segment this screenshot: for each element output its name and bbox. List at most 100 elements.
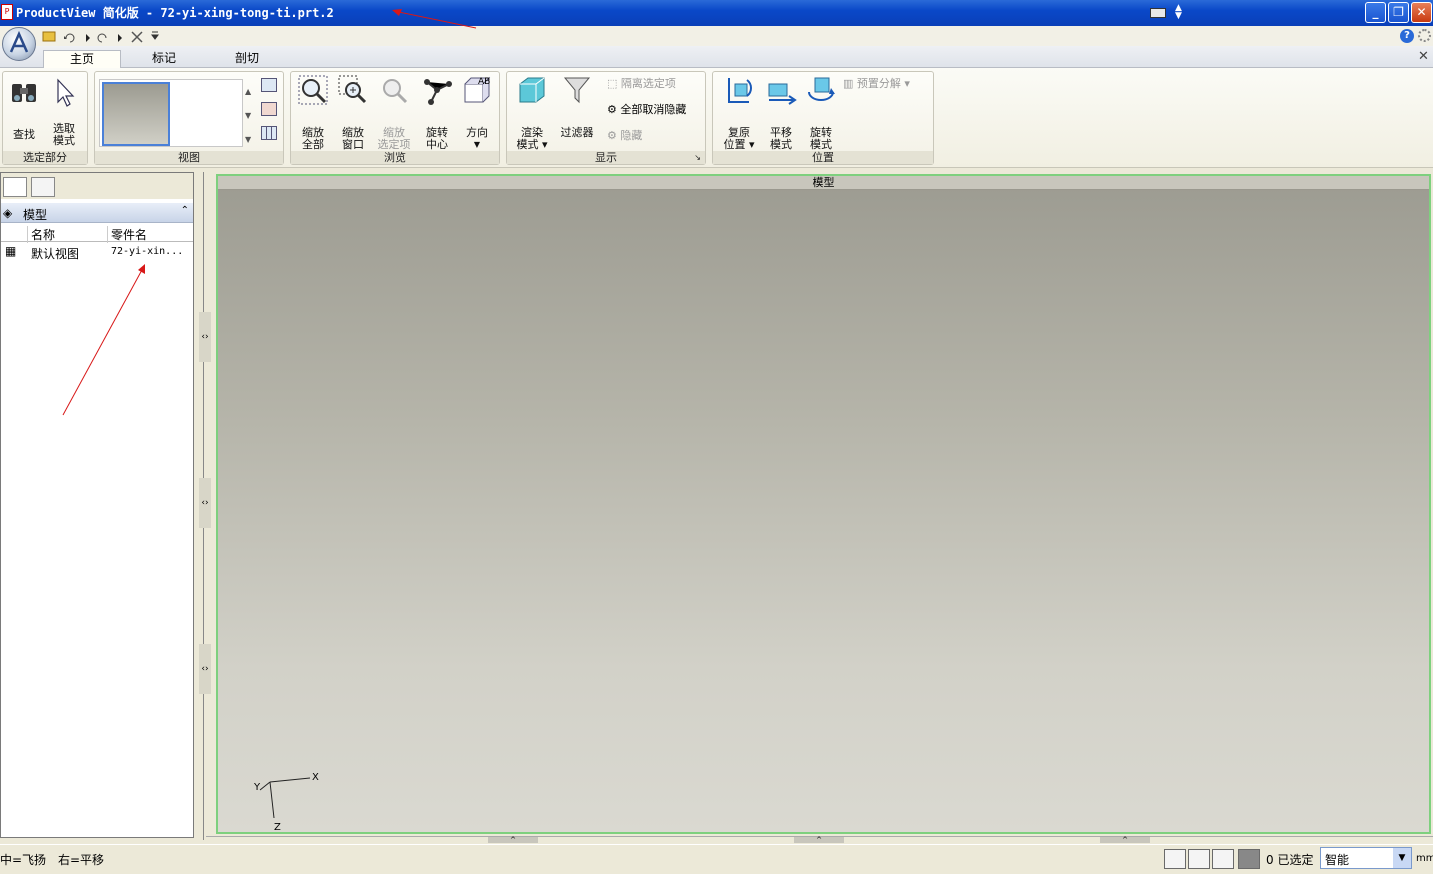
- options-gear-icon[interactable]: [1418, 29, 1431, 42]
- edit-tab-icon[interactable]: [31, 177, 55, 197]
- group-view: ▲ ▼ ▼ 视图: [94, 71, 284, 165]
- rotate-center-icon: [424, 79, 452, 105]
- ribbon-tab-row: 主页 标记 剖切 ✕: [0, 46, 1433, 68]
- axis-y-label: Y: [253, 782, 261, 793]
- view-icon: ▦: [5, 244, 17, 258]
- filter-label: 过滤器: [560, 126, 594, 139]
- unhide-all-icon: ⚙: [607, 103, 617, 116]
- cancel-x-icon: [131, 31, 143, 43]
- column-name[interactable]: 名称: [27, 226, 107, 243]
- panel-splitter[interactable]: ‹› ‹› ‹›: [196, 172, 214, 840]
- selection-count: 0 已选定: [1266, 853, 1314, 867]
- rotate-mode-button[interactable]: 旋转 模式: [801, 74, 841, 151]
- splitter-grip-3[interactable]: ‹›: [199, 644, 211, 694]
- render-cube-icon: [519, 77, 545, 103]
- strip-grip-1[interactable]: ^: [488, 837, 538, 844]
- model-cube-icon: ◈: [3, 206, 13, 220]
- qat-icons[interactable]: [42, 28, 162, 44]
- updown-icon[interactable]: ▲ ▼: [1175, 4, 1182, 21]
- axis-x-label: X: [312, 772, 319, 783]
- collapse-icon[interactable]: ⌃: [181, 205, 189, 216]
- redo-icon: [97, 33, 107, 43]
- orientation-cube-icon: AB: [464, 76, 490, 103]
- redo-dropdown-icon: [118, 34, 122, 42]
- tab-home[interactable]: 主页: [43, 50, 121, 68]
- 3d-viewport[interactable]: 模型 X Y Z: [216, 174, 1431, 834]
- render-mode-button[interactable]: 渲染 模式 ▾: [509, 74, 555, 151]
- status-bar: 中=飞扬 右=平移 0 已选定 智能 ▼ mm: [0, 844, 1433, 874]
- tab-markup[interactable]: 标记: [125, 50, 203, 68]
- column-part-name[interactable]: 零件名: [107, 226, 193, 243]
- app-icon[interactable]: P: [1, 4, 13, 20]
- title-bar: P ProductView 简化版 - 72-yi-xing-tong-ti.p…: [0, 0, 1433, 26]
- pick-mode-select[interactable]: 智能 ▼: [1320, 847, 1412, 869]
- tree-header-row: 名称 零件名: [1, 225, 193, 243]
- strip-grip-2[interactable]: ^: [794, 837, 844, 844]
- find-button[interactable]: 查找: [5, 76, 43, 141]
- view-save-icon[interactable]: [261, 102, 277, 116]
- close-button[interactable]: ✕: [1411, 2, 1432, 23]
- layout-full-icon[interactable]: [1238, 849, 1260, 869]
- pan-mode-button[interactable]: 平移 模式: [761, 74, 801, 151]
- rotate-center-label-2: 中心: [426, 138, 448, 151]
- reset-position-button[interactable]: 复原 位置 ▾: [717, 74, 761, 151]
- splitter-grip-2[interactable]: ‹›: [199, 478, 211, 528]
- model-section-title: 模型: [23, 208, 48, 222]
- hide-button[interactable]: ⚙ 隐藏: [607, 126, 642, 146]
- orientation-button[interactable]: AB 方向 ▼: [457, 74, 497, 151]
- ribbon: 查找 选取 模式 选定部分 ▲ ▼ ▼ 视图 缩放 全部 缩放 窗口 缩放 选定…: [0, 68, 1433, 168]
- svg-text:AB: AB: [478, 77, 490, 87]
- zoom-all-button[interactable]: 缩放 全部: [293, 74, 333, 151]
- row-part-name: 72-yi-xin...: [111, 246, 184, 257]
- group-position: 复原 位置 ▾ 平移 模式 旋转 模式 ▥ 预置分解 ▾ 位置: [712, 71, 934, 165]
- zoom-window-label-2: 窗口: [342, 138, 364, 151]
- reset-position-icon: [728, 78, 752, 103]
- gallery-scroll[interactable]: ▲ ▼ ▼: [245, 80, 251, 152]
- view-gallery[interactable]: [99, 79, 243, 147]
- dialog-launcher-icon[interactable]: ↘: [694, 151, 701, 164]
- zoom-all-icon: [298, 75, 328, 105]
- group-select-label: 选定部分: [3, 151, 87, 164]
- restore-button[interactable]: ❐: [1388, 2, 1409, 23]
- reset-position-label-2: 位置 ▾: [723, 138, 755, 151]
- panel-tab-strip: [1, 173, 193, 199]
- zoom-selection-button[interactable]: 缩放 选定项: [373, 74, 415, 151]
- tree-row[interactable]: ▦ 默认视图 72-yi-xin...: [1, 243, 193, 261]
- preset-explode-button[interactable]: ▥ 预置分解 ▾: [843, 74, 910, 94]
- tab-section[interactable]: 剖切: [208, 50, 286, 68]
- view-layout-icon[interactable]: [261, 78, 277, 92]
- dropdown-arrow-icon[interactable]: ▼: [1393, 848, 1411, 868]
- splitter-grip-1[interactable]: ‹›: [199, 312, 211, 362]
- layout-bottom-icon[interactable]: [1212, 849, 1234, 869]
- pick-mode-button[interactable]: 选取 模式: [43, 76, 85, 147]
- rotate-center-button[interactable]: 旋转 中心: [417, 74, 457, 151]
- keyboard-icon[interactable]: [1150, 8, 1166, 18]
- model-section-header[interactable]: ◈ 模型 ⌃: [1, 203, 193, 223]
- close-ribbon-icon[interactable]: ✕: [1418, 49, 1429, 64]
- pick-mode-value: 智能: [1325, 853, 1350, 867]
- pick-mode-label-2: 模式: [53, 134, 75, 147]
- orientation-label: 方向: [466, 126, 488, 139]
- strip-grip-3[interactable]: ^: [1100, 837, 1150, 844]
- rotate-mode-icon: [808, 77, 835, 101]
- group-view-label: 视图: [95, 151, 283, 164]
- orientation-dropdown-icon: ▼: [473, 140, 481, 149]
- minimize-button[interactable]: _: [1365, 2, 1386, 23]
- filter-button[interactable]: 过滤器: [555, 74, 599, 139]
- layout-single-icon[interactable]: [1164, 849, 1186, 869]
- cursor-arrow-icon: [57, 78, 75, 107]
- layout-split-icon[interactable]: [1188, 849, 1210, 869]
- render-mode-label-2: 模式 ▾: [516, 138, 548, 151]
- unhide-all-button[interactable]: ⚙ 全部取消隐藏: [607, 100, 686, 120]
- app-menu-button[interactable]: [2, 27, 36, 61]
- tree-tab-icon[interactable]: [3, 177, 27, 197]
- view-thumbnail[interactable]: [102, 82, 170, 146]
- isolate-selection-button[interactable]: ⬚ 隔离选定项: [607, 74, 676, 94]
- pan-mode-label-2: 模式: [770, 138, 792, 151]
- view-grid-icon[interactable]: [261, 126, 277, 140]
- zoom-window-button[interactable]: 缩放 窗口: [333, 74, 373, 151]
- bottom-scroll-strip: ^ ^ ^: [206, 836, 1433, 844]
- group-display: 渲染 模式 ▾ 过滤器 ⬚ 隔离选定项 ⚙ 全部取消隐藏 ⚙ 隐藏 显示 ↘: [506, 71, 706, 165]
- help-icon[interactable]: ?: [1400, 29, 1414, 43]
- find-label: 查找: [13, 128, 35, 141]
